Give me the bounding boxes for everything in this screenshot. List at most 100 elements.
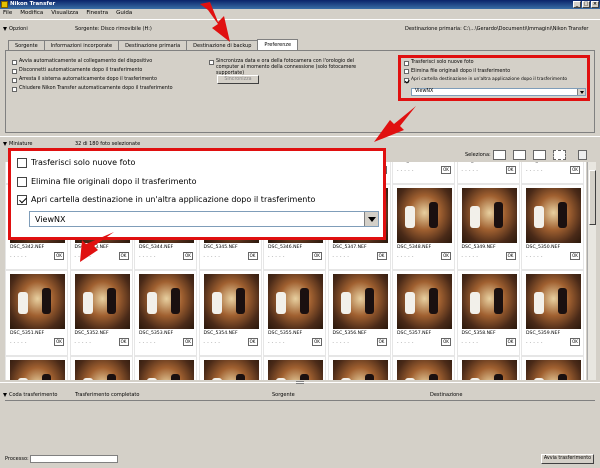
scrollbar-thumb[interactable] [589, 170, 596, 225]
thumbnail-cell[interactable]: DSC_5359.NEF - - - - - OK [521, 270, 584, 356]
rating-stars-icon[interactable]: - - - - - [397, 340, 414, 345]
resize-grip-icon[interactable] [296, 381, 304, 384]
rating-stars-icon[interactable]: - - - - - [10, 340, 27, 345]
checkbox-box[interactable] [404, 69, 409, 74]
ok-checkbox[interactable]: OK [441, 166, 451, 174]
checkbox-box[interactable] [404, 77, 409, 83]
rating-stars-icon[interactable]: - - - - - [75, 340, 92, 345]
delete-originals-checkbox[interactable]: Elimina file originali dopo il trasferim… [404, 69, 588, 75]
options-header[interactable]: Opzioni Sorgente: Disco rimovibile (H:) … [0, 24, 600, 34]
trash-icon[interactable] [578, 150, 587, 160]
auto-shutdown-checkbox[interactable]: Arresta il sistema automaticamente dopo … [12, 77, 197, 83]
thumbnail-cell[interactable]: DSC_5340.NEF - - - - - OK [456, 162, 520, 184]
photo-thumbnail[interactable] [526, 188, 581, 243]
thumbnail-cell[interactable]: DSC_5351.NEF - - - - - OK [5, 270, 68, 356]
rating-stars-icon[interactable]: - - - - - [397, 168, 414, 173]
ok-checkbox[interactable]: OK [441, 338, 451, 346]
checkbox-box[interactable] [12, 59, 17, 65]
ok-checkbox[interactable]: OK [183, 338, 193, 346]
ok-checkbox[interactable]: OK [118, 252, 129, 260]
queue-header[interactable]: Coda trasferimento Trasferimento complet… [0, 390, 600, 400]
open-folder-app-checkbox[interactable]: Apri cartella destinazione in un'altra a… [404, 77, 588, 83]
rating-stars-icon[interactable]: - - - - - [333, 254, 350, 259]
photo-thumbnail[interactable] [203, 360, 259, 380]
ok-checkbox[interactable]: OK [183, 252, 193, 260]
photo-thumbnail[interactable] [10, 360, 65, 380]
rating-stars-icon[interactable]: - - - - - [139, 340, 156, 345]
close-icon[interactable]: × [591, 1, 599, 8]
rating-stars-icon[interactable]: - - - - - [268, 340, 285, 345]
rating-stars-icon[interactable]: - - - - - [462, 168, 479, 173]
thumbnail-cell[interactable]: DSC_5358.NEF - - - - - OK [456, 270, 520, 356]
photo-thumbnail[interactable] [461, 274, 517, 329]
rating-stars-icon[interactable]: - - - - - [462, 340, 479, 345]
photo-thumbnail[interactable] [397, 188, 452, 243]
thumbnail-cell[interactable]: DSC_5341.NEF - - - - - OK [521, 162, 584, 184]
menu-finestra[interactable]: Finestra [86, 9, 108, 18]
ok-checkbox[interactable]: OK [376, 252, 387, 260]
photo-thumbnail[interactable] [74, 360, 130, 380]
collapse-triangle-icon[interactable] [3, 142, 7, 146]
only-new-photos-checkbox[interactable]: Trasferisci solo nuove foto [404, 60, 588, 66]
thumbnail-cell[interactable]: DSC_5349.NEF - - - - - OK [456, 184, 520, 270]
rating-stars-icon[interactable]: - - - - - [462, 254, 479, 259]
ok-checkbox[interactable]: OK [441, 252, 451, 260]
photo-thumbnail[interactable] [10, 274, 65, 329]
only-new-photos-checkbox-large[interactable]: Trasferisci solo nuove foto [17, 157, 135, 169]
thumbnail-cell[interactable]: DSC_5368.NEF- - - - -OK [521, 356, 584, 380]
chevron-down-icon[interactable] [577, 89, 585, 95]
photo-thumbnail[interactable] [461, 360, 517, 380]
thumbnail-cell[interactable]: DSC_5352.NEF - - - - - OK [69, 270, 133, 356]
ok-checkbox[interactable]: OK [247, 338, 258, 346]
photo-thumbnail[interactable] [397, 274, 452, 329]
thumbnail-cell[interactable]: DSC_5354.NEF - - - - - OK [198, 270, 262, 356]
menu-file[interactable]: File [3, 9, 12, 18]
thumbnail-cell[interactable]: DSC_5353.NEF - - - - - OK [134, 270, 197, 356]
photo-thumbnail[interactable] [397, 360, 452, 380]
thumbnail-cell[interactable]: DSC_5356.NEF - - - - - OK [327, 270, 391, 356]
ok-checkbox[interactable]: OK [505, 166, 516, 174]
photo-thumbnail[interactable] [268, 274, 323, 329]
thumbnail-cell[interactable]: DSC_5350.NEF - - - - - OK [521, 184, 584, 270]
rating-stars-icon[interactable]: - - - - - [526, 254, 543, 259]
photo-thumbnail[interactable] [526, 360, 581, 380]
menu-modifica[interactable]: Modifica [20, 9, 43, 18]
photo-thumbnail[interactable] [526, 274, 581, 329]
rating-stars-icon[interactable]: - - - - - [333, 340, 350, 345]
rating-stars-icon[interactable]: - - - - - [10, 254, 27, 259]
rating-stars-icon[interactable]: - - - - - [397, 254, 414, 259]
photo-thumbnail[interactable] [139, 360, 194, 380]
ok-checkbox[interactable]: OK [376, 338, 387, 346]
rating-stars-icon[interactable]: - - - - - [526, 340, 543, 345]
photo-thumbnail[interactable] [139, 274, 194, 329]
collapse-triangle-icon[interactable] [3, 393, 7, 397]
ok-checkbox[interactable]: OK [312, 252, 322, 260]
tab-sorgente[interactable]: Sorgente [8, 40, 45, 50]
ok-checkbox[interactable]: OK [118, 338, 129, 346]
thumbnail-cell[interactable]: DSC_5361.NEF- - - - -OK [69, 356, 133, 380]
tab-destinazione-primaria[interactable]: Destinazione primaria [118, 40, 188, 50]
auto-disconnect-checkbox[interactable]: Disconnetti automaticamente dopo il tras… [12, 68, 197, 74]
checkbox-box[interactable] [209, 59, 214, 65]
tab-preferenze[interactable]: Preferenze [257, 39, 299, 50]
thumbnail-cell[interactable]: DSC_5339.NEF - - - - - OK [392, 162, 455, 184]
photo-thumbnail[interactable] [332, 360, 388, 380]
ok-checkbox[interactable]: OK [54, 338, 64, 346]
checkbox-box[interactable] [17, 195, 27, 205]
rating-stars-icon[interactable]: - - - - - [139, 254, 156, 259]
checkbox-box[interactable] [12, 68, 17, 74]
checkbox-box[interactable] [12, 77, 17, 83]
rating-stars-icon[interactable]: - - - - - [204, 340, 221, 345]
chevron-down-icon[interactable] [364, 212, 378, 226]
ok-checkbox[interactable]: OK [505, 252, 516, 260]
select-range-icon[interactable] [513, 150, 526, 160]
ok-checkbox[interactable]: OK [505, 338, 516, 346]
photo-thumbnail[interactable] [332, 274, 388, 329]
ok-checkbox[interactable]: OK [570, 252, 580, 260]
checkbox-box[interactable] [12, 86, 17, 92]
photo-thumbnail[interactable] [203, 274, 259, 329]
auto-close-checkbox[interactable]: Chiudere Nikon Transfer automaticamente … [12, 86, 197, 92]
minimize-icon[interactable]: _ [573, 1, 581, 8]
thumbnail-cell[interactable]: DSC_5362.NEF- - - - -OK [134, 356, 197, 380]
photo-thumbnail[interactable] [268, 360, 323, 380]
